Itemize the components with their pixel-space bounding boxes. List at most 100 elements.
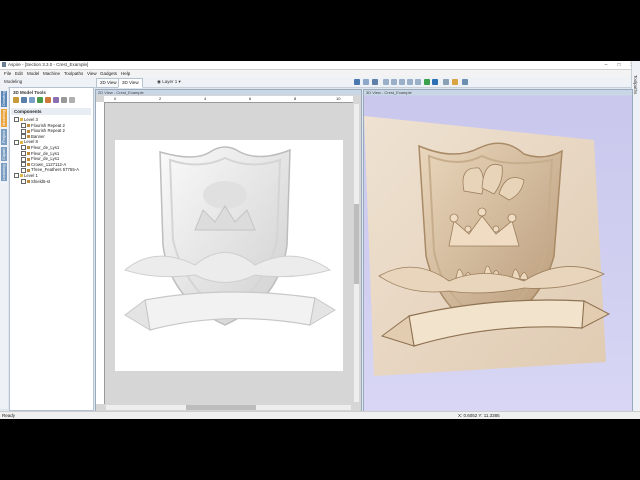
app-logo-icon [2, 62, 6, 67]
ruler-tick: 0 [114, 96, 117, 101]
minimize-button[interactable]: – [600, 61, 612, 69]
view-right-icon[interactable] [415, 79, 421, 85]
view-front-icon[interactable] [391, 79, 397, 85]
tree-node-label: Level 3 [24, 117, 38, 122]
view-2d-window: 2D View - Crest_Example 0 2 4 6 8 10 [95, 89, 362, 413]
zoom-box-icon[interactable] [432, 79, 438, 85]
menu-gadgets[interactable]: Gadgets [100, 71, 117, 76]
ruler-tick: 10 [336, 96, 341, 101]
layer-label: Layer 1 [162, 79, 178, 84]
menu-model[interactable]: Model [27, 71, 39, 76]
zoom-extents-icon[interactable] [424, 79, 430, 85]
tree-node-label: Three_Feathers 57755-A [31, 167, 80, 173]
crest-3d-render [364, 96, 632, 412]
vertical-ruler [96, 102, 105, 404]
status-text: Ready [2, 413, 16, 418]
maximize-button[interactable]: □ [613, 61, 625, 69]
material-icon[interactable] [452, 79, 458, 85]
tab-learning[interactable]: Learning [1, 163, 7, 181]
component-icon [27, 123, 30, 127]
view-iso-icon[interactable] [372, 79, 378, 85]
menu-edit[interactable]: Edit [15, 71, 23, 76]
window-title: Aspire - [Section 3.3.0 - Crest_Example] [8, 62, 89, 67]
cursor-coordinates: X: 0.6052 Y: 11.3385 [458, 413, 500, 418]
tab-drawing[interactable]: Drawing [1, 91, 7, 107]
slice-icon[interactable] [61, 97, 67, 103]
components-tree: Level 3 Flourish Repeat 2 Flourish Repea… [12, 117, 92, 184]
tree-node-label: Flourish Repeat 2 [31, 128, 65, 134]
component-icon [27, 135, 30, 139]
toolpaths-tab[interactable]: Toolpaths [633, 75, 638, 94]
panel-title: 3D Model Tools [13, 90, 46, 95]
view-left-icon[interactable] [407, 79, 413, 85]
level-icon [20, 140, 23, 144]
tab-project[interactable]: Project [1, 129, 7, 145]
mode-label: Modeling [4, 79, 23, 84]
view-3d-header: 3D View - Crest_Example [364, 90, 632, 95]
components-header[interactable]: Components [11, 108, 91, 115]
level-icon [20, 174, 23, 178]
horizontal-scrollbar[interactable] [106, 405, 351, 410]
banner-shape [144, 291, 316, 331]
lighting-icon[interactable] [462, 79, 468, 85]
tab-modeling[interactable]: Modeling [1, 109, 7, 127]
tree-node-label: Shield5-st [31, 178, 51, 184]
grid-icon[interactable] [363, 79, 369, 85]
tab-clipart[interactable]: Clipart [1, 147, 7, 161]
component-icon [27, 168, 30, 172]
layer-dropdown[interactable]: ◉ Layer 1 ▾ [157, 79, 181, 85]
move-icon[interactable] [29, 97, 35, 103]
zoom-icon[interactable] [354, 79, 360, 85]
tab-2d-view[interactable]: 2D View [96, 78, 121, 88]
component-icon [27, 163, 30, 167]
horizontal-ruler: 0 2 4 6 8 10 [104, 96, 353, 103]
component-icon [27, 151, 30, 155]
tab-3d-view[interactable]: 3D View [118, 78, 143, 88]
menu-toolpaths[interactable]: Toolpaths [64, 71, 83, 76]
menu-help[interactable]: Help [121, 71, 130, 76]
view-3d-window[interactable]: 3D View - Crest_Example [363, 89, 633, 413]
shape-icon[interactable] [37, 97, 43, 103]
component-icon [27, 179, 30, 183]
sculpt-icon[interactable] [53, 97, 59, 103]
model-tools-panel: 3D Model Tools Components Level 3 Flouri… [9, 87, 94, 411]
menu-bar: File Edit Model Machine Toolpaths View G… [0, 70, 632, 77]
flourish-shape [123, 252, 332, 283]
design-canvas[interactable] [115, 140, 343, 371]
feathers-shape [203, 181, 247, 209]
component-icon [27, 129, 30, 133]
shading-icon[interactable] [443, 79, 449, 85]
view-back-icon[interactable] [399, 79, 405, 85]
tree-node-label: Fleur_de_Lys1 [31, 150, 60, 156]
tree-node-label: Banner [31, 133, 45, 139]
status-bar: Ready X: 0.6052 Y: 11.3385 [0, 411, 640, 419]
visibility-checkbox[interactable] [21, 178, 26, 184]
edit-icon[interactable] [21, 97, 27, 103]
tree-node[interactable]: Shield5-st [12, 179, 92, 185]
folder-icon[interactable] [13, 97, 19, 103]
ruler-tick: 2 [159, 96, 162, 101]
view-top-icon[interactable] [383, 79, 389, 85]
title-bar: Aspire - [Section 3.3.0 - Crest_Example]… [0, 61, 640, 70]
tree-node-label: Flourish Repeat 2 [31, 122, 65, 128]
texture-icon[interactable] [45, 97, 51, 103]
component-icon [27, 157, 30, 161]
panel-tool-icons [13, 97, 77, 105]
ruler-tick: 4 [204, 96, 207, 101]
tree-node-label: Level 8 [24, 139, 38, 145]
export-icon[interactable] [69, 97, 75, 103]
level-icon [20, 118, 23, 122]
ruler-tick: 8 [294, 96, 297, 101]
left-tab-strip: Drawing Modeling Project Clipart Learnin… [0, 87, 8, 409]
ruler-tick: 6 [249, 96, 252, 101]
tree-node-label: Fleur_de_Lys1 [31, 144, 60, 150]
view-2d-header: 2D View - Crest_Example [96, 90, 361, 95]
vertical-scrollbar[interactable] [354, 104, 359, 402]
application-window: Aspire - [Section 3.3.0 - Crest_Example]… [0, 61, 640, 419]
menu-machine[interactable]: Machine [43, 71, 60, 76]
tree-node-label: Fleur_de_Lys1 [31, 156, 60, 162]
menu-view[interactable]: View [87, 71, 97, 76]
menu-file[interactable]: File [4, 71, 11, 76]
tree-node-label: Level 1 [24, 172, 38, 178]
tree-node-label: Crown_1127112-A [31, 161, 67, 167]
